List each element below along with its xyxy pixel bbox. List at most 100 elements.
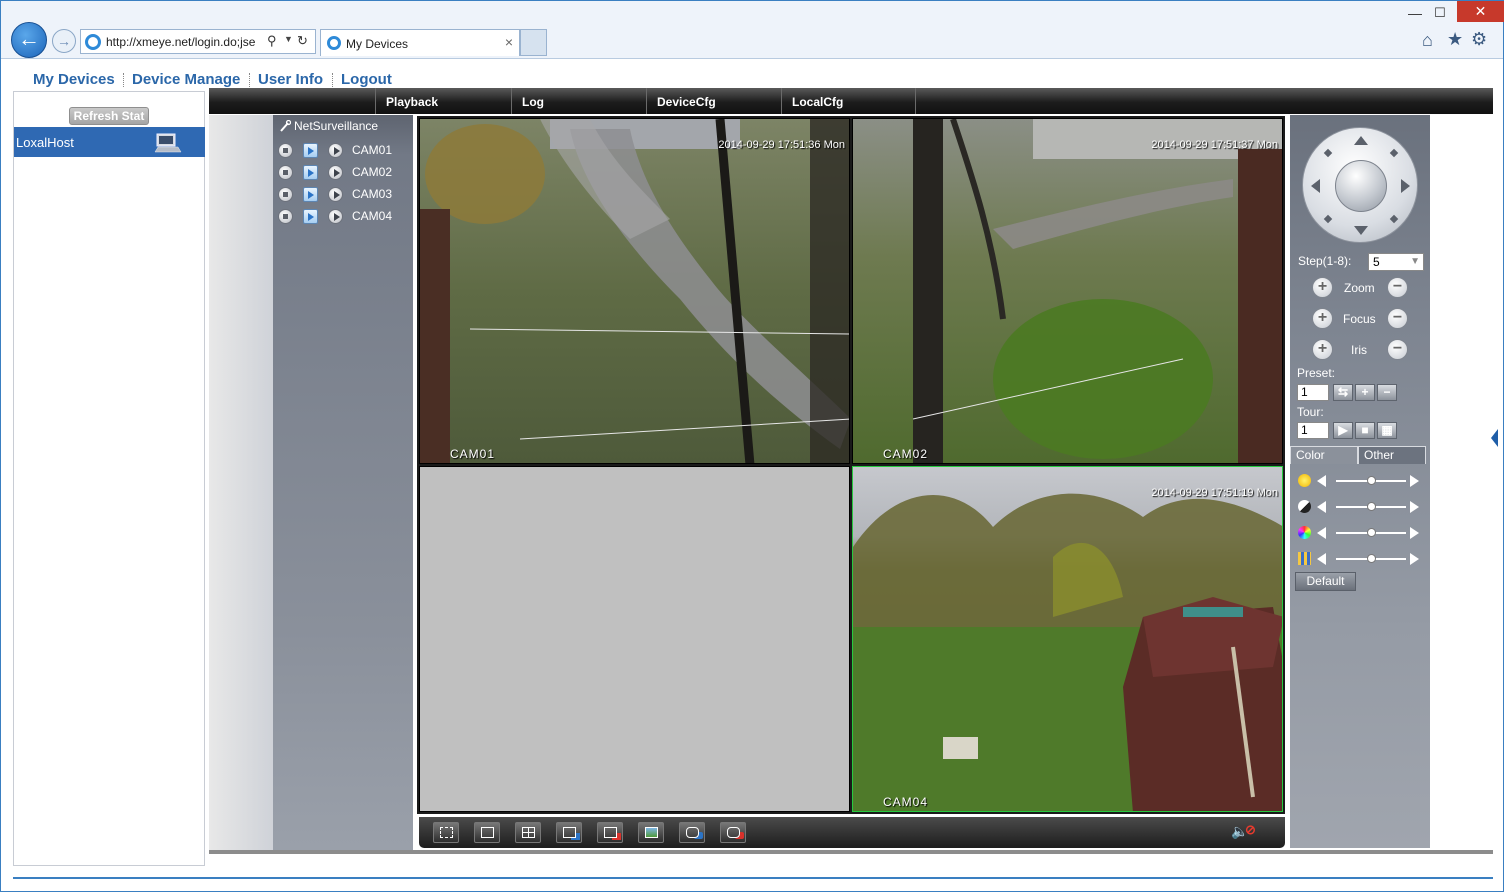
decrease-icon[interactable]: [1317, 475, 1326, 487]
iris-open-button[interactable]: +: [1312, 339, 1333, 360]
zoom-out-button[interactable]: −: [1387, 277, 1408, 298]
ptz-right-icon[interactable]: [1401, 179, 1410, 193]
address-bar[interactable]: http://xmeye.net/login.do;jse ⚲ ▼ ↻: [80, 29, 316, 54]
tour-stop-button[interactable]: ■: [1355, 422, 1375, 439]
ptz-down-left-icon[interactable]: [1323, 214, 1333, 224]
increase-icon[interactable]: [1410, 527, 1419, 539]
tour-input[interactable]: 1: [1297, 422, 1329, 439]
ptz-left-icon[interactable]: [1311, 179, 1320, 193]
ptz-down-icon[interactable]: [1354, 226, 1368, 235]
ptz-down-right-icon[interactable]: [1389, 214, 1399, 224]
decrease-icon[interactable]: [1317, 553, 1326, 565]
menu-playback[interactable]: Playback: [375, 88, 511, 114]
tour-settings-button[interactable]: ▦: [1377, 422, 1397, 439]
stop-all-button[interactable]: [597, 822, 623, 843]
increase-icon[interactable]: [1410, 553, 1419, 565]
stop-icon[interactable]: [278, 187, 293, 202]
back-button[interactable]: ←: [11, 22, 47, 58]
nav-user-info[interactable]: User Info: [258, 71, 323, 88]
favorites-star-icon[interactable]: ★: [1447, 29, 1463, 50]
default-button[interactable]: Default: [1295, 572, 1356, 591]
step-select[interactable]: 5 ▼: [1368, 253, 1424, 271]
record-stop-button[interactable]: [720, 822, 746, 843]
video-cell-cam02[interactable]: 2014-09-29 17:51:37 Mon CAM02: [852, 118, 1283, 464]
quad-view-button[interactable]: [515, 822, 541, 843]
stop-icon[interactable]: [278, 165, 293, 180]
device-row[interactable]: LoxalHost: [14, 127, 205, 157]
slider-knob[interactable]: [1367, 476, 1376, 485]
play-icon[interactable]: [328, 165, 343, 180]
tree-root[interactable]: NetSurveillance: [279, 119, 378, 133]
iris-close-button[interactable]: −: [1387, 339, 1408, 360]
video-cell-empty[interactable]: [419, 466, 850, 812]
record-icon[interactable]: [303, 209, 318, 224]
preset-input[interactable]: 1: [1297, 384, 1329, 401]
slider-knob[interactable]: [1367, 502, 1376, 511]
camera-label[interactable]: CAM01: [352, 143, 392, 157]
increase-icon[interactable]: [1410, 475, 1419, 487]
preset-remove-button[interactable]: −: [1377, 384, 1397, 401]
hue-slider[interactable]: [1298, 551, 1422, 567]
tab-other[interactable]: Other: [1358, 446, 1426, 464]
ptz-center-button[interactable]: [1335, 160, 1387, 212]
slider-knob[interactable]: [1367, 554, 1376, 563]
maximize-button[interactable]: ☐: [1431, 5, 1449, 21]
gear-icon[interactable]: ⚙: [1471, 29, 1487, 50]
menu-log[interactable]: Log: [511, 88, 646, 114]
snapshot-button[interactable]: [638, 822, 664, 843]
new-tab-button[interactable]: [520, 29, 547, 56]
focus-far-button[interactable]: −: [1387, 308, 1408, 329]
close-window-button[interactable]: ✕: [1457, 1, 1504, 22]
search-icon[interactable]: ⚲: [267, 33, 277, 49]
decrease-icon[interactable]: [1317, 527, 1326, 539]
ptz-direction-pad[interactable]: [1302, 127, 1418, 243]
browser-tab[interactable]: My Devices ×: [320, 29, 520, 56]
single-view-button[interactable]: [474, 822, 500, 843]
video-cell-cam01[interactable]: 2014-09-29 17:51:36 Mon CAM01: [419, 118, 850, 464]
chevron-down-icon[interactable]: ▼: [284, 34, 293, 44]
nav-device-manage[interactable]: Device Manage: [132, 71, 240, 88]
preset-goto-button[interactable]: ⇆: [1333, 384, 1353, 401]
menu-devicecfg[interactable]: DeviceCfg: [646, 88, 781, 114]
stop-icon[interactable]: [278, 209, 293, 224]
decrease-icon[interactable]: [1317, 501, 1326, 513]
preset-add-button[interactable]: +: [1355, 384, 1375, 401]
minimize-button[interactable]: —: [1406, 5, 1424, 21]
camera-label[interactable]: CAM03: [352, 187, 392, 201]
ptz-up-right-icon[interactable]: [1389, 148, 1399, 158]
ptz-up-left-icon[interactable]: [1323, 148, 1333, 158]
home-icon[interactable]: ⌂: [1422, 30, 1433, 51]
forward-button[interactable]: →: [52, 29, 76, 53]
tab-color[interactable]: Color: [1290, 446, 1358, 464]
start-all-button[interactable]: [556, 822, 582, 843]
record-start-button[interactable]: [679, 822, 705, 843]
tour-start-button[interactable]: ▶: [1333, 422, 1353, 439]
refresh-icon[interactable]: ↻: [297, 33, 308, 49]
increase-icon[interactable]: [1410, 501, 1419, 513]
close-tab-icon[interactable]: ×: [505, 34, 513, 50]
menu-localcfg[interactable]: LocalCfg: [781, 88, 916, 114]
ptz-up-icon[interactable]: [1354, 136, 1368, 145]
saturation-slider[interactable]: [1298, 525, 1422, 541]
stop-icon[interactable]: [278, 143, 293, 158]
play-icon[interactable]: [328, 143, 343, 158]
refresh-status-button[interactable]: Refresh Stat: [69, 107, 149, 125]
focus-near-button[interactable]: +: [1312, 308, 1333, 329]
camera-label[interactable]: CAM04: [352, 209, 392, 223]
video-cell-cam04[interactable]: 2014-09-29 17:51:19 Mon CAM04: [852, 466, 1283, 812]
play-icon[interactable]: [328, 187, 343, 202]
slider-knob[interactable]: [1367, 528, 1376, 537]
brightness-slider[interactable]: [1298, 473, 1422, 489]
address-text[interactable]: http://xmeye.net/login.do;jse: [106, 35, 266, 49]
record-icon[interactable]: [303, 165, 318, 180]
camera-label[interactable]: CAM02: [352, 165, 392, 179]
play-icon[interactable]: [328, 209, 343, 224]
contrast-slider[interactable]: [1298, 499, 1422, 515]
zoom-in-button[interactable]: +: [1312, 277, 1333, 298]
nav-logout[interactable]: Logout: [341, 71, 392, 88]
collapse-arrow-icon[interactable]: [1491, 429, 1498, 447]
record-icon[interactable]: [303, 143, 318, 158]
nav-my-devices[interactable]: My Devices: [33, 71, 115, 88]
record-icon[interactable]: [303, 187, 318, 202]
fullscreen-button[interactable]: [433, 822, 459, 843]
